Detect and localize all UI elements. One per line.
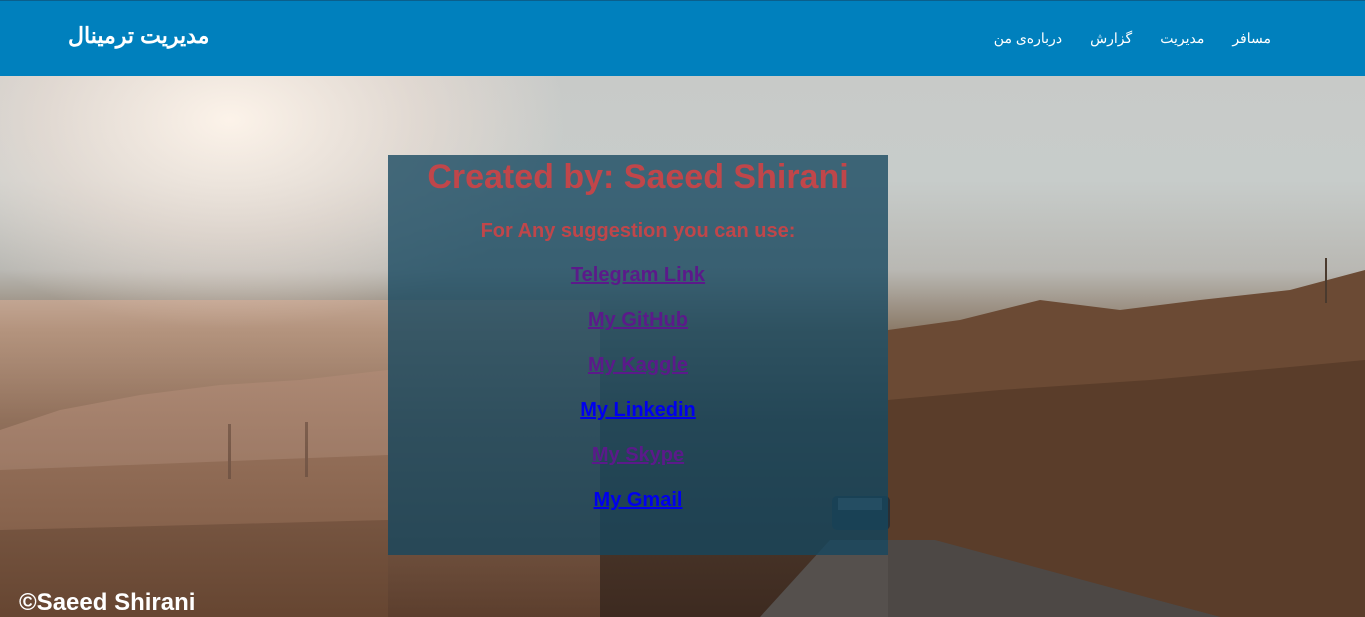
footer-copyright: ©Saeed Shirani: [19, 589, 196, 616]
kaggle-link[interactable]: My Kaggle: [588, 353, 688, 377]
nav-item-passenger[interactable]: مسافر: [1218, 30, 1285, 47]
nav-item-about[interactable]: درباره‌ی من: [980, 30, 1076, 47]
nav-item-report[interactable]: گزارش: [1076, 30, 1146, 47]
contact-links: Telegram Link My GitHub My Kaggle My Lin…: [388, 263, 888, 512]
card-title: Created by: Saeed Shirani: [427, 158, 849, 196]
gmail-link[interactable]: My Gmail: [594, 488, 683, 512]
about-card: Created by: Saeed Shirani For Any sugges…: [388, 155, 888, 555]
card-subtitle: For Any suggestion you can use:: [480, 220, 796, 242]
brand-title[interactable]: مدیریت ترمینال: [68, 23, 209, 49]
skype-link[interactable]: My Skype: [592, 443, 684, 467]
github-link[interactable]: My GitHub: [588, 308, 688, 332]
nav-item-management[interactable]: مدیریت: [1146, 30, 1218, 47]
nav-menu: درباره‌ی من گزارش مدیریت مسافر: [980, 30, 1285, 47]
telegram-link[interactable]: Telegram Link: [571, 263, 705, 287]
linkedin-link[interactable]: My Linkedin: [580, 398, 696, 422]
top-navbar: مدیریت ترمینال درباره‌ی من گزارش مدیریت …: [0, 0, 1365, 76]
